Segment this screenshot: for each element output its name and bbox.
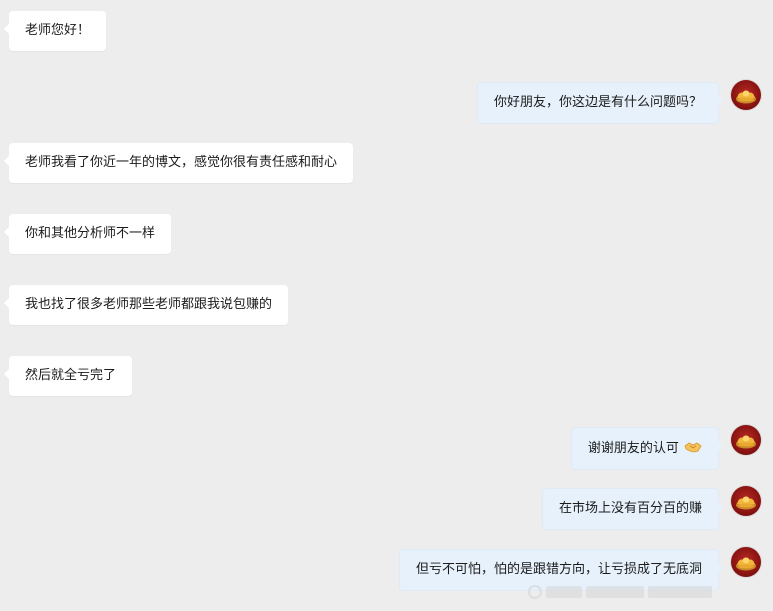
gold-ingot-icon [736, 90, 756, 104]
avatar[interactable] [731, 486, 761, 516]
message-text: 谢谢朋友的认可 [587, 441, 679, 456]
message-text: 老师您好！ [25, 23, 91, 38]
message-bubble-outgoing: 谢谢朋友的认可 [570, 427, 724, 470]
message-text: 然后就全亏完了 [25, 368, 117, 383]
avatar[interactable] [731, 80, 761, 110]
message-text: 老师我看了你近一年的博文，感觉你很有责任感和耐心 [25, 155, 338, 170]
handshake-icon [684, 442, 702, 453]
message-bubble-incoming: 老师您好！ [3, 11, 107, 51]
message-bubble-outgoing: 你好朋友，你这边是有什么问题吗？ [476, 82, 724, 124]
message-bubble-outgoing: 在市场上没有百分百的赚 [541, 488, 724, 530]
message-text: 但亏不可怕，怕的是跟错方向，让亏损成了无底洞 [415, 562, 702, 577]
gold-ingot-icon [736, 557, 756, 571]
gold-ingot-icon [736, 496, 756, 510]
gold-ingot-icon [736, 435, 756, 449]
watermark [528, 583, 716, 601]
message-text: 我也找了很多老师那些老师都跟我说包赚的 [25, 297, 273, 312]
message-text: 你好朋友，你这边是有什么问题吗？ [493, 95, 702, 110]
chat-conversation: 老师您好！ 你好朋友，你这边是有什么问题吗？ 老师我看了你近一年的博文，感觉你很… [0, 0, 773, 611]
watermark-logo-icon [528, 585, 542, 599]
message-text: 在市场上没有百分百的赚 [558, 501, 702, 516]
message-text: 你和其他分析师不一样 [25, 226, 156, 241]
watermark-bar [586, 586, 644, 598]
watermark-bar [546, 586, 582, 598]
message-bubble-incoming: 你和其他分析师不一样 [3, 214, 172, 254]
avatar[interactable] [731, 547, 761, 577]
message-bubble-incoming: 老师我看了你近一年的博文，感觉你很有责任感和耐心 [3, 143, 354, 183]
message-bubble-incoming: 我也找了很多老师那些老师都跟我说包赚的 [3, 285, 289, 325]
watermark-bar [648, 586, 712, 598]
message-bubble-incoming: 然后就全亏完了 [3, 356, 133, 396]
avatar[interactable] [731, 425, 761, 455]
